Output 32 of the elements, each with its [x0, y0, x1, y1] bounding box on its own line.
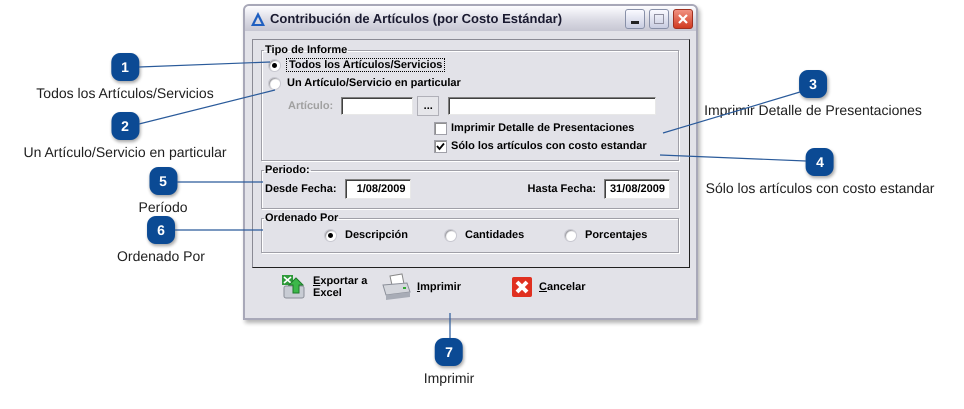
- radio-label: Cantidades: [465, 229, 524, 241]
- callout-label: Un Artículo/Servicio en particular: [23, 144, 227, 160]
- callout-label: Todos los Artículos/Servicios: [36, 85, 214, 101]
- callout-badge: 2: [111, 112, 139, 140]
- cancel-button[interactable]: Cancelar: [511, 276, 586, 298]
- radio-label: Descripción: [345, 229, 408, 241]
- date-field[interactable]: 31/08/2009: [604, 179, 670, 199]
- print-button[interactable]: Imprimir: [381, 273, 511, 301]
- callout-label: Ordenado Por: [117, 248, 205, 264]
- field-label: Hasta Fecha:: [528, 183, 596, 195]
- excel-button[interactable]: Exportar a Excel: [281, 274, 381, 300]
- callout-label: Período: [138, 199, 188, 215]
- radio-label: Todos los Artículos/Servicios: [287, 59, 444, 71]
- checkbox-label: Imprimir Detalle de Presentaciones: [451, 122, 634, 134]
- callout-badge: 5: [149, 167, 177, 195]
- field-label: Desde Fecha:: [265, 183, 337, 195]
- group-title: Periodo:: [264, 164, 311, 176]
- callout-badge: 4: [806, 148, 834, 176]
- date-field[interactable]: 1/08/2009: [344, 179, 411, 199]
- callout-badge: 6: [147, 216, 175, 244]
- group-title: Tipo de Informe: [264, 44, 348, 56]
- field-label: Artículo:: [288, 100, 334, 112]
- callout-label: Imprimir: [424, 370, 474, 386]
- callout-badge: 1: [111, 53, 139, 81]
- callout-badge: 3: [799, 70, 827, 98]
- group-title: Ordenado Por: [264, 212, 340, 224]
- radio-label: Un Artículo/Servicio en particular: [287, 77, 461, 89]
- radio-label: Porcentajes: [585, 229, 648, 241]
- window-title: Contribución de Artículos (por Costo Estándar): [270, 11, 564, 26]
- callout-label: Sólo los artículos con costo estandar: [706, 180, 934, 196]
- checkbox-label: Sólo los artículos con costo estandar: [451, 140, 647, 152]
- callout-badge: 7: [435, 338, 463, 366]
